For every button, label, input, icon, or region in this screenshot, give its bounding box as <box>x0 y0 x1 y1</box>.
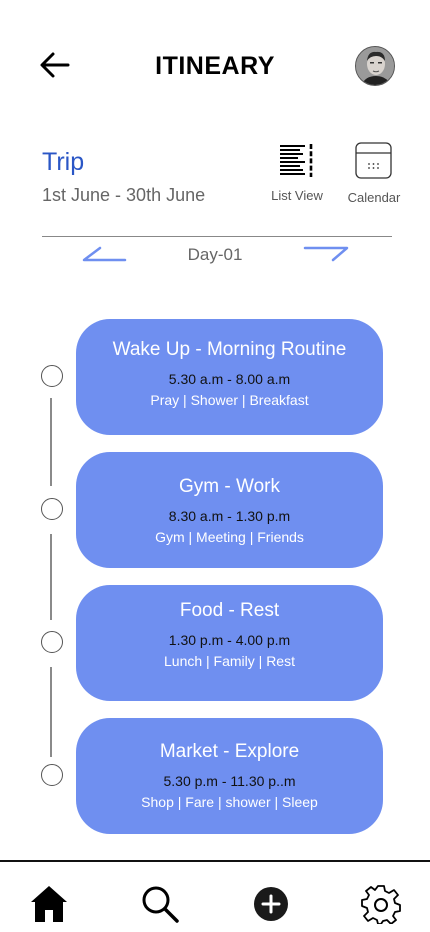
trip-dates: 1st June - 30th June <box>42 185 206 205</box>
activity-title: Wake Up - Morning Routine <box>112 339 347 360</box>
timeline-dot[interactable] <box>41 498 63 520</box>
settings-icon[interactable] <box>361 884 401 924</box>
activity-title: Food - Rest <box>179 600 280 621</box>
avatar[interactable] <box>355 46 395 86</box>
activity-tags: Shop | Fare | shower | Sleep <box>141 794 318 810</box>
activity-tags: Pray | Shower | Breakfast <box>150 392 309 408</box>
timeline-dot[interactable] <box>41 764 63 786</box>
activity-card[interactable]: Gym - Work 8.30 a.m - 1.30 p.m Gym | Mee… <box>76 452 383 568</box>
timeline-line <box>50 667 52 757</box>
timeline-dot[interactable] <box>41 365 63 387</box>
list-view-label: List View <box>271 188 323 203</box>
next-day-arrow-icon[interactable] <box>303 244 349 264</box>
add-icon[interactable] <box>251 884 291 924</box>
bottom-nav-divider <box>0 860 430 862</box>
activity-card[interactable]: Market - Explore 5.30 p.m - 11.30 p..m S… <box>76 718 383 834</box>
list-view-icon <box>280 144 313 177</box>
activity-time: 8.30 a.m - 1.30 p.m <box>168 508 291 524</box>
timeline-line <box>50 398 52 486</box>
activity-card[interactable]: Food - Rest 1.30 p.m - 4.00 p.m Lunch | … <box>76 585 383 701</box>
timeline-dot[interactable] <box>41 631 63 653</box>
list-view-button[interactable]: List View <box>266 143 328 203</box>
calendar-icon <box>355 142 392 179</box>
timeline-line <box>50 534 52 620</box>
activity-title: Gym - Work <box>179 476 280 497</box>
home-icon[interactable] <box>29 884 69 924</box>
day-label: Day-01 <box>187 245 243 264</box>
trip-title: Trip <box>42 148 85 176</box>
calendar-label: Calendar <box>347 190 401 205</box>
activity-title: Market - Explore <box>159 741 300 762</box>
activity-tags: Gym | Meeting | Friends <box>155 529 304 545</box>
activity-card[interactable]: Wake Up - Morning Routine 5.30 a.m - 8.0… <box>76 319 383 435</box>
activity-time: 5.30 p.m - 11.30 p..m <box>163 773 296 789</box>
activity-time: 1.30 p.m - 4.00 p.m <box>168 632 291 648</box>
activity-tags: Lunch | Family | Rest <box>164 653 295 669</box>
search-icon[interactable] <box>140 884 180 924</box>
calendar-view-button[interactable]: Calendar <box>343 141 405 205</box>
activity-time: 5.30 a.m - 8.00 a.m <box>168 371 291 387</box>
divider <box>42 236 392 237</box>
